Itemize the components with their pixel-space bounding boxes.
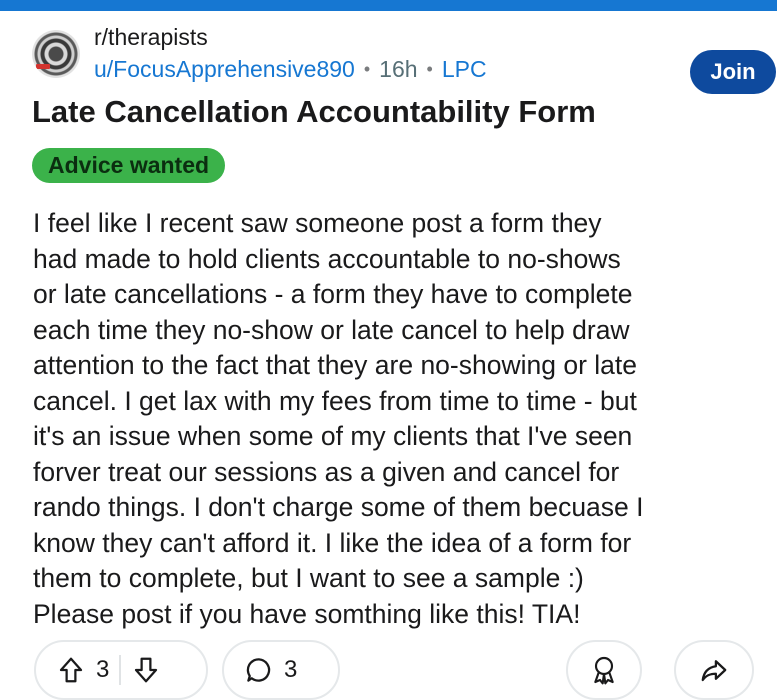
avatar-badge <box>36 64 50 69</box>
body-line: it's an issue when some of my clients th… <box>33 421 633 451</box>
top-accent-bar <box>0 0 777 11</box>
meta-separator: • <box>363 59 371 79</box>
upvote-icon[interactable] <box>56 655 86 685</box>
downvote-icon[interactable] <box>131 655 161 685</box>
body-line: had made to hold clients accountable to … <box>33 243 621 274</box>
award-button[interactable] <box>566 640 642 700</box>
subreddit-name[interactable]: r/therapists <box>94 24 208 51</box>
post-meta: u/FocusApprehensive890 • 16h • LPC <box>94 56 487 83</box>
post-flair-badge[interactable]: Advice wanted <box>32 148 226 183</box>
body-line: attention to the fact that they are no-s… <box>33 350 637 380</box>
user-flair: LPC <box>441 56 487 82</box>
body-line: or late cancellations - a form they have… <box>33 279 633 309</box>
post-header: r/therapists u/FocusApprehensive890 • 16… <box>30 20 776 94</box>
post-action-bar: 3 3 <box>34 640 754 700</box>
body-line: Please post if you have somthing like th… <box>33 598 581 629</box>
share-icon <box>699 655 729 685</box>
body-line: cancel. I get lax with my fees from time… <box>33 385 637 416</box>
join-button[interactable]: Join <box>690 50 776 94</box>
comment-count: 3 <box>284 656 298 683</box>
body-line: them to complete, but I want to see a sa… <box>33 563 584 593</box>
post-body: I feel like I recent saw someone post a … <box>33 206 763 632</box>
vote-count: 3 <box>96 656 110 683</box>
subreddit-avatar[interactable] <box>32 30 80 78</box>
comments-button[interactable]: 3 <box>222 640 340 700</box>
body-line: know they can't afford it. I like the id… <box>33 527 632 558</box>
body-line: forver treat our sessions as a given and… <box>33 456 620 487</box>
award-icon <box>588 654 620 686</box>
post-title: Late Cancellation Accountability Form <box>32 94 596 129</box>
comment-icon <box>244 655 274 685</box>
vote-divider <box>119 655 122 685</box>
vote-control: 3 <box>34 640 208 700</box>
post-age: 16h <box>379 56 418 82</box>
author-link[interactable]: u/FocusApprehensive890 <box>94 56 355 83</box>
body-line: each time they no-show or late cancel to… <box>33 314 630 345</box>
meta-separator: • <box>426 59 433 79</box>
body-line: rando things. I don't charge some of the… <box>33 492 644 522</box>
body-line: I feel like I recent saw someone post a … <box>33 208 602 238</box>
share-button[interactable] <box>674 640 754 700</box>
